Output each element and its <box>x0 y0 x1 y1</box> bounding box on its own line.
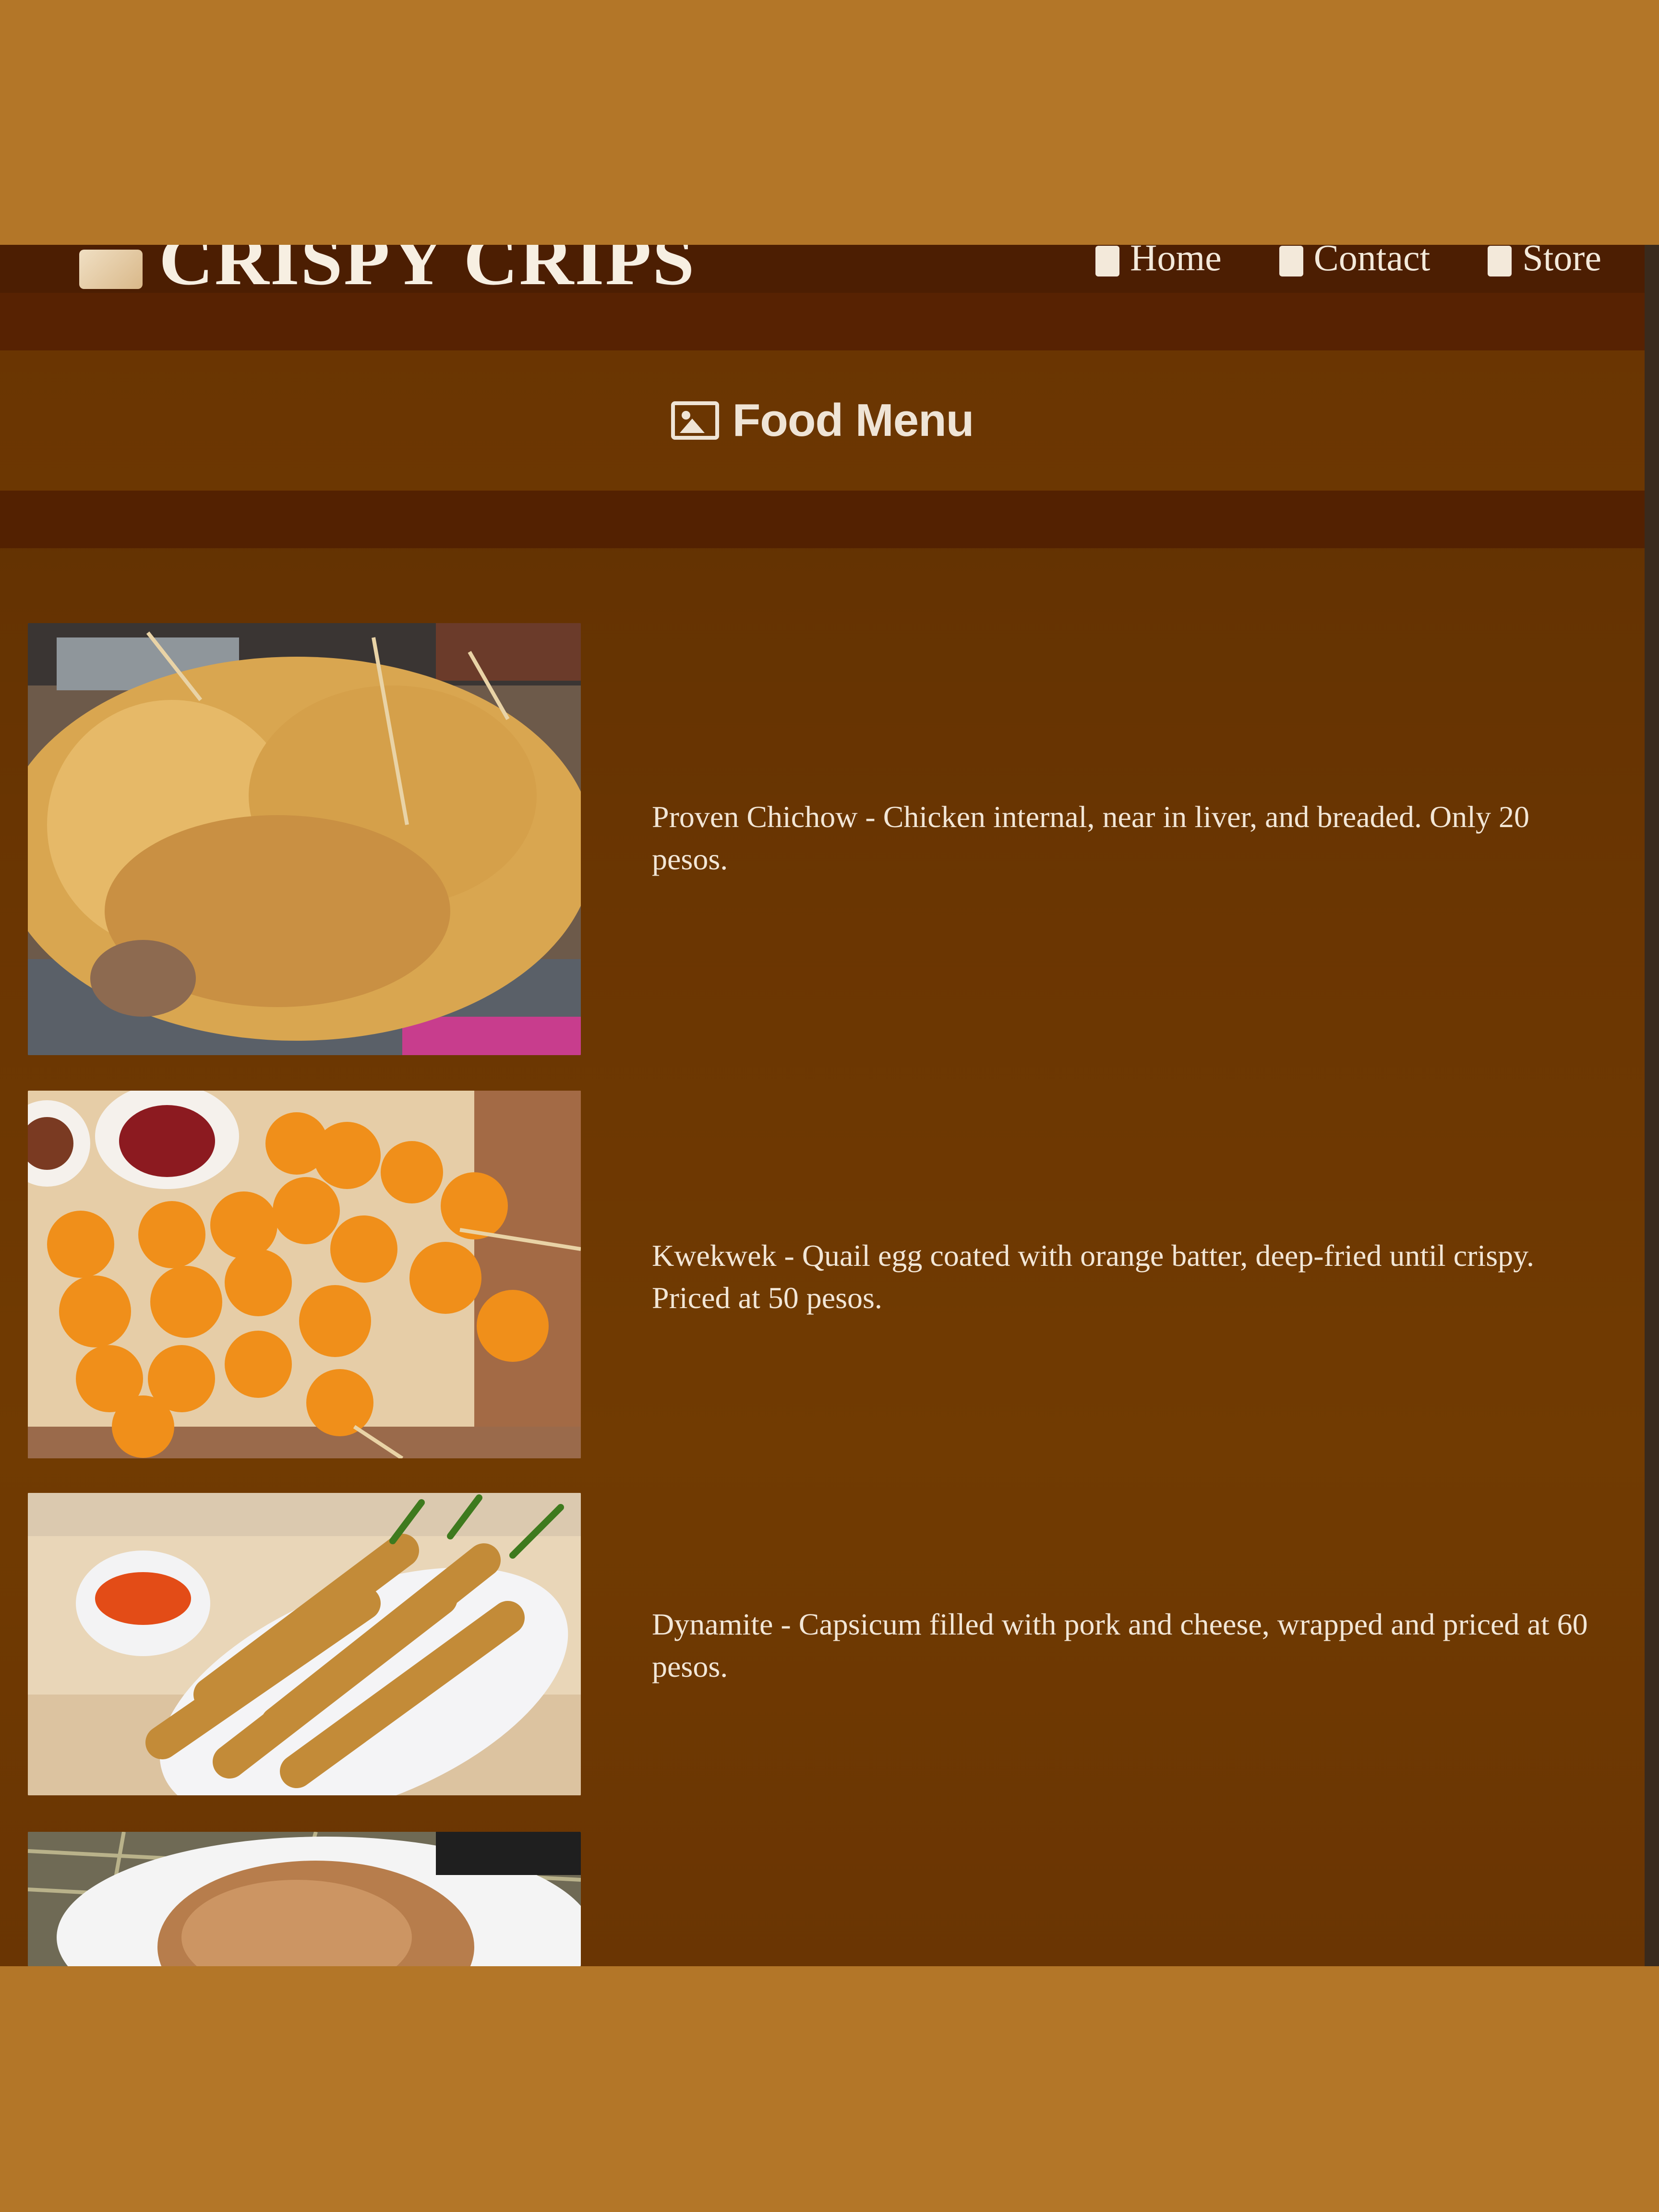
section-title: Food Menu <box>732 395 974 446</box>
contact-icon <box>1279 246 1303 276</box>
store-icon <box>1488 246 1512 276</box>
food-photo-item-4[interactable] <box>28 1832 581 1966</box>
home-icon <box>1095 246 1120 276</box>
food-photo-kwekwek[interactable] <box>28 1091 581 1458</box>
nav-contact[interactable]: Contact <box>1279 245 1431 278</box>
main-nav: Home Contact Store <box>1095 245 1601 276</box>
menu-item: Dynamite - Capsicum filled with pork and… <box>28 1493 1631 1795</box>
nav-home-label: Home <box>1130 245 1222 278</box>
brand-logo-image <box>79 250 143 289</box>
menu-item-description: Proven Chichow - Chicken internal, near … <box>652 800 1530 876</box>
menu-item: Kwekwek - Quail egg coated with orange b… <box>28 1091 1631 1458</box>
nav-store[interactable]: Store <box>1488 245 1601 276</box>
food-photo-chichow[interactable] <box>28 623 581 1055</box>
menu-item-description: Dynamite - Capsicum filled with pork and… <box>652 1607 1588 1683</box>
nav-home[interactable]: Home <box>1095 245 1222 276</box>
image-icon <box>671 401 719 440</box>
section-divider-band <box>0 491 1645 548</box>
brand-name: CRISPY CRIPS <box>159 245 696 293</box>
menu-item <box>28 1832 1631 1966</box>
food-photo-dynamite[interactable] <box>28 1493 581 1795</box>
menu-item-description: Kwekwek - Quail egg coated with orange b… <box>652 1238 1534 1315</box>
nav-contact-label: Contact <box>1313 245 1431 278</box>
section-title-bar: Food Menu <box>0 350 1645 491</box>
page-scrollbar[interactable] <box>1645 245 1659 1966</box>
site-header: CRISPY CRIPS Home Contact Store <box>0 245 1645 293</box>
browser-viewport: CRISPY CRIPS Home Contact Store Food Men… <box>0 245 1659 1966</box>
menu-item: Proven Chichow - Chicken internal, near … <box>28 623 1631 1055</box>
nav-store-label: Store <box>1522 245 1601 278</box>
header-divider-band <box>0 293 1645 350</box>
brand-logo-link[interactable]: CRISPY CRIPS <box>79 245 695 293</box>
